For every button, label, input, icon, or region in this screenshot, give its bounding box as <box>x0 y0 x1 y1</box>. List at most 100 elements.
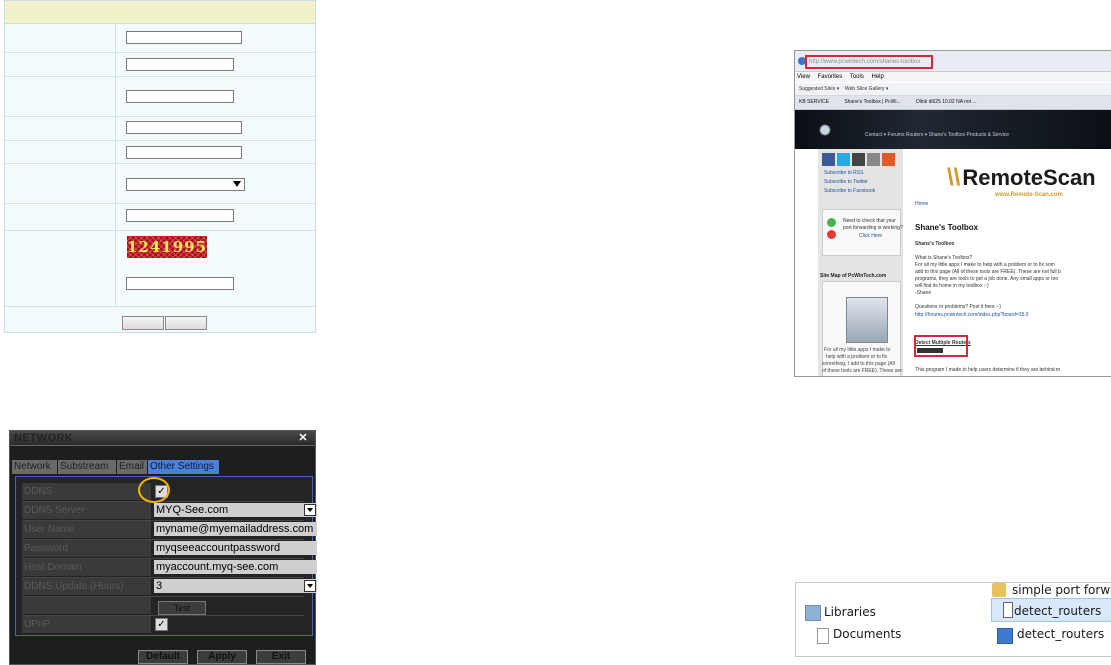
tab-kb-service[interactable]: KB SERVICE <box>799 99 829 105</box>
test-button[interactable]: Test <box>158 601 206 615</box>
url-highlight <box>805 55 933 69</box>
footer-line: This program I made to help users determ… <box>915 367 1061 373</box>
ddns-label: DDNS <box>22 483 151 500</box>
share-icon[interactable] <box>882 153 895 166</box>
tab-substream[interactable]: Substream <box>58 460 116 474</box>
tab-other-settings[interactable]: Other Settings <box>148 460 219 474</box>
forum-link[interactable]: http://forums.pcwintech.com/index.php?bo… <box>915 312 1110 319</box>
ddns-update-select[interactable]: 3 <box>154 579 317 593</box>
file-item-detect-routers-app[interactable]: detect_routers <box>1017 627 1104 641</box>
default-button[interactable]: Default <box>138 650 188 664</box>
upnp-checkbox[interactable]: ✓ <box>155 618 168 631</box>
text-field[interactable] <box>126 209 234 222</box>
tab-shanes-toolbox[interactable]: Shane's Toolbox | PcWi... <box>844 99 900 105</box>
menu-favorites[interactable]: Favorites <box>818 74 843 80</box>
chevron-down-icon <box>304 580 316 592</box>
print-icon[interactable] <box>867 153 880 166</box>
file-explorer: simple port forward Libraries detect_rou… <box>795 582 1111 657</box>
host-domain-field[interactable]: myaccount.myq-see.com <box>154 560 317 574</box>
ddns-server-value: MYQ-See.com <box>156 504 229 516</box>
password-field[interactable] <box>126 58 234 71</box>
suggested-sites-link[interactable]: Suggested Sites ▾ <box>799 86 839 92</box>
port-check-line1: Need to check that your <box>843 218 896 224</box>
form-row-label <box>5 164 116 203</box>
form-row-label <box>5 117 116 140</box>
close-icon[interactable]: ✕ <box>297 432 309 444</box>
upnp-label: UPnP <box>22 616 151 633</box>
body-line: Questions or problems? Post it here :-) <box>915 304 1001 310</box>
nav-item-documents[interactable]: Documents <box>833 627 901 641</box>
side-text-line3: something, I add to this page (All <box>822 361 895 367</box>
subscribe-twitter-link[interactable]: Subscribe to Twitter <box>824 179 868 185</box>
user-name-field[interactable]: myname@myemailaddress.com <box>154 522 317 536</box>
captcha-input[interactable] <box>126 277 234 290</box>
monitor-app-icon <box>997 628 1013 644</box>
confirm-email-field[interactable] <box>126 146 242 159</box>
user-name-label: User Name <box>22 521 151 538</box>
username-field[interactable] <box>126 31 242 44</box>
browser-window: http://www.pcwintech.com/shanes-toolbox … <box>794 50 1111 377</box>
host-domain-row: Host Domain myaccount.myq-see.com <box>22 559 317 578</box>
body-line: For all my little apps I make to help wi… <box>915 262 1055 268</box>
subscribe-rss-link[interactable]: Subscribe to RSS <box>824 170 863 176</box>
menu-help[interactable]: Help <box>872 74 884 80</box>
submit-button[interactable] <box>122 316 164 330</box>
site-map-label[interactable]: Site Map of PcWinTech.com <box>820 273 886 279</box>
apply-button[interactable]: Apply <box>197 650 247 664</box>
reset-button[interactable] <box>165 316 207 330</box>
form-row <box>5 141 315 164</box>
test-row: Test <box>22 597 304 616</box>
form-row <box>5 77 315 117</box>
twitter-icon[interactable] <box>837 153 850 166</box>
confirm-password-field[interactable] <box>126 90 234 103</box>
file-item-detect-routers-zip[interactable]: detect_routers <box>1014 604 1101 618</box>
file-item-simple-port-forward[interactable]: simple port forward <box>1012 583 1111 597</box>
site-sidebar: Subscribe to RSS Subscribe to Twitter Su… <box>818 149 903 376</box>
facebook-icon[interactable] <box>822 153 835 166</box>
form-row-label <box>5 77 116 116</box>
section-title: Shane's Toolbox <box>915 241 955 247</box>
favorites-bar: Suggested Sites ▾ Web Slice Gallery ▾ <box>795 83 1111 96</box>
subscribe-facebook-link[interactable]: Subscribe to Facebook <box>824 188 875 194</box>
form-row-label <box>5 23 116 52</box>
remotescan-url[interactable]: www.Remote-Scan.com <box>995 192 1063 198</box>
exit-button[interactable]: Exit <box>256 650 306 664</box>
form-row <box>5 117 315 141</box>
form-row <box>5 23 315 53</box>
tab-network[interactable]: Network <box>12 460 57 474</box>
registration-form: 1241995 <box>4 0 316 333</box>
captcha-image: 1241995 <box>127 236 208 258</box>
side-text-line1: For all my little apps I make to <box>824 347 891 353</box>
test-row-label <box>22 597 151 614</box>
ddns-update-row: DDNS Update (Hours) 3 <box>22 578 317 597</box>
body-line: programs, they are tools to get a job do… <box>915 276 1059 282</box>
menu-view[interactable]: View <box>797 74 810 80</box>
myspace-icon[interactable] <box>852 153 865 166</box>
form-row <box>5 204 315 231</box>
documents-icon <box>817 628 829 644</box>
form-row-label <box>5 141 116 163</box>
port-check-line2: port forwarding is working? <box>843 225 903 231</box>
side-text-line2: help with a problem or to fix <box>826 354 888 360</box>
body-line: add to this page (All of these tools are… <box>915 269 1061 275</box>
dropdown-select[interactable] <box>126 178 245 191</box>
nav-item-libraries[interactable]: Libraries <box>824 605 876 619</box>
address-bar: http://www.pcwintech.com/shanes-toolbox <box>795 51 1111 72</box>
home-link[interactable]: Home <box>915 201 1110 208</box>
click-here-link[interactable]: Click Here <box>859 233 882 239</box>
email-field[interactable] <box>126 121 242 134</box>
tab-dlink[interactable]: Dlink di625 10.02 NA not ... <box>916 99 977 105</box>
upnp-row: UPnP ✓ <box>22 616 304 634</box>
web-slice-gallery-link[interactable]: Web Slice Gallery ▾ <box>845 86 889 92</box>
tab-email[interactable]: Email <box>117 460 147 474</box>
menu-tools[interactable]: Tools <box>850 74 864 80</box>
dialog-title: NETWORK <box>14 432 73 444</box>
zip-icon <box>1003 602 1013 618</box>
form-row-label <box>5 53 116 76</box>
remotescan-logo: \\RemoteScan <box>947 164 1096 192</box>
ddns-server-select[interactable]: MYQ-See.com <box>154 503 317 517</box>
site-nav[interactable]: Contact ▾ Forums Routers ▾ Shane's Toolb… <box>865 132 1009 138</box>
form-row <box>5 53 315 77</box>
port-check-box: Need to check that your port forwarding … <box>822 209 903 256</box>
password-field[interactable]: myqseeaccountpassword <box>154 541 317 555</box>
